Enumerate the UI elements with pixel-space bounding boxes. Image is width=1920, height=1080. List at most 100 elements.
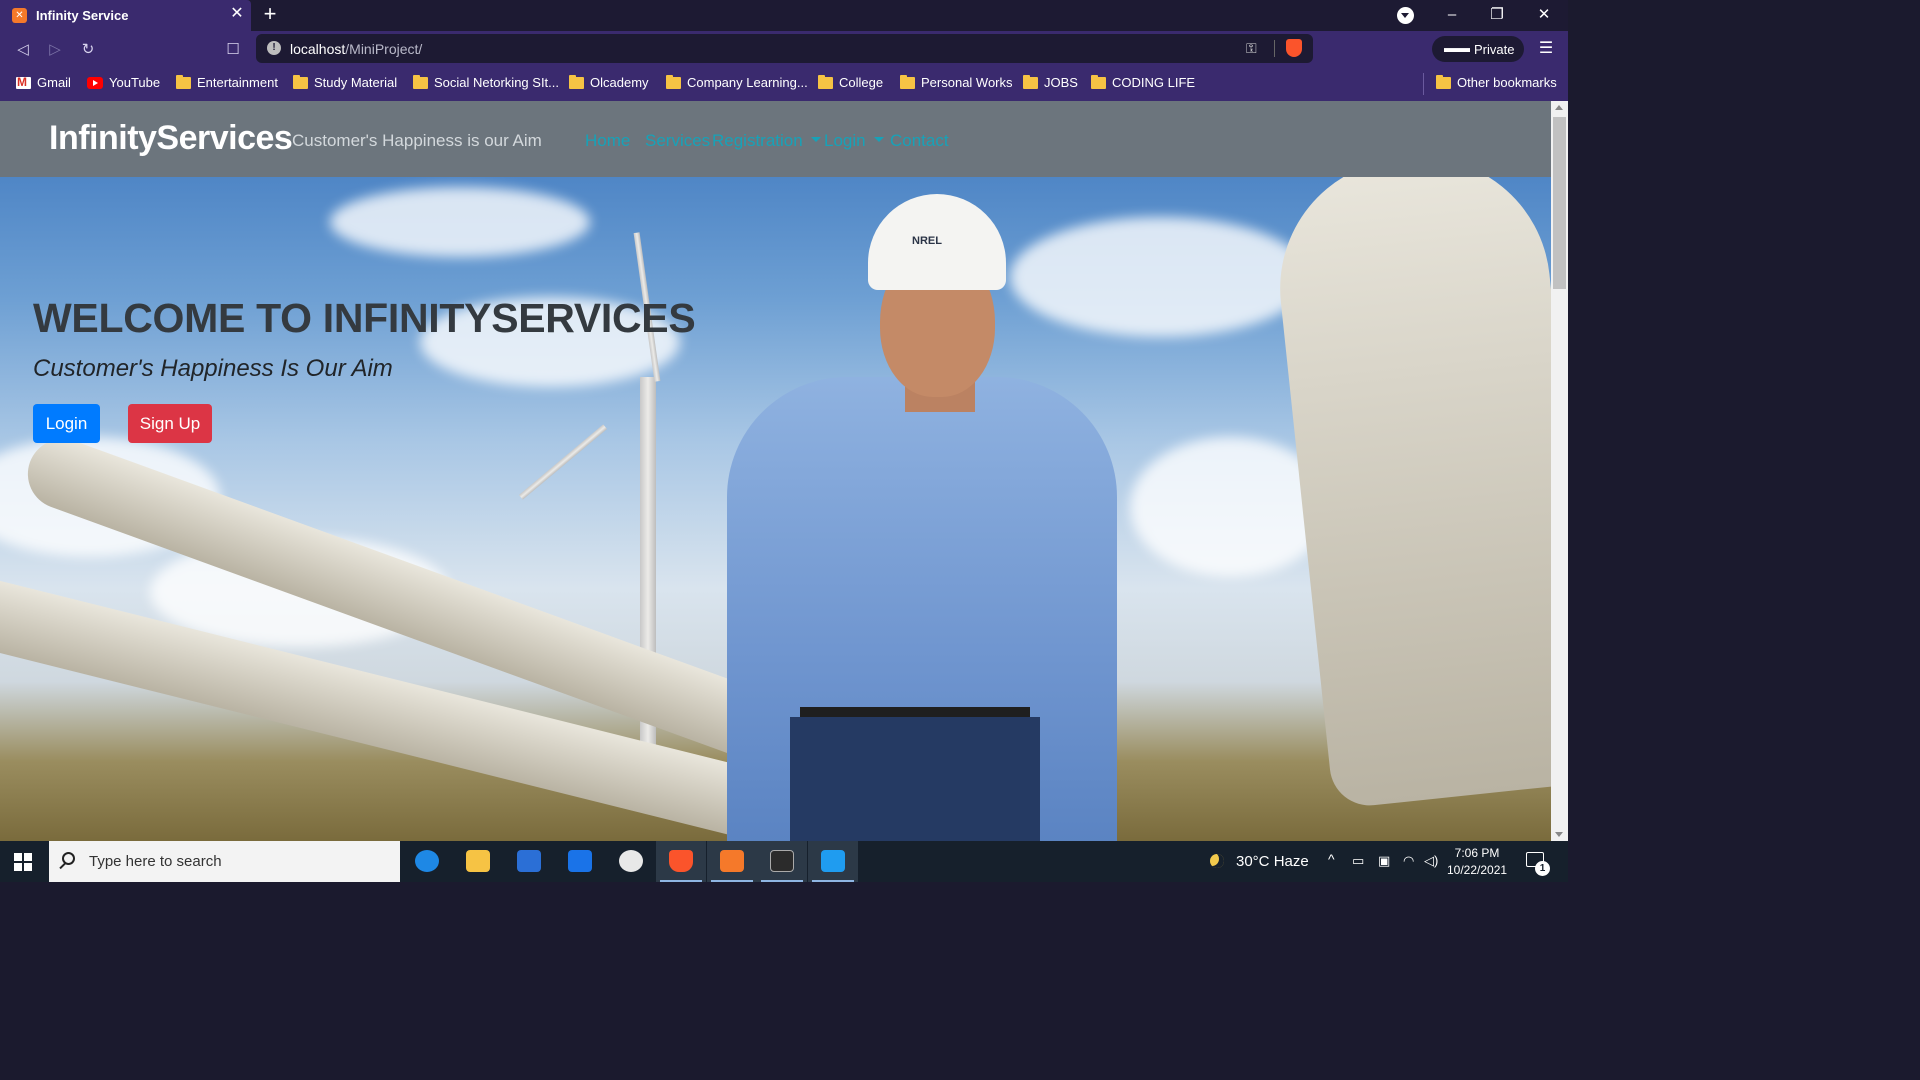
taskbar-file-explorer[interactable] — [453, 841, 503, 882]
clock-date: 10/22/2021 — [1447, 863, 1508, 877]
minimize-window-button[interactable]: – — [1440, 4, 1464, 26]
scroll-up-arrow-icon[interactable] — [1555, 105, 1563, 110]
browser-menu-icon[interactable]: ☰ — [1537, 39, 1555, 59]
xampp-icon — [720, 850, 744, 872]
page-viewport: InfinityServices Customer's Happiness is… — [0, 101, 1551, 841]
url-host: localhost — [290, 41, 346, 57]
person-jeans — [790, 717, 1040, 841]
browser-tab-active[interactable]: ✕ Infinity Service ✕ — [0, 0, 251, 31]
bookmark-label: Personal Works — [921, 75, 1013, 90]
site-info-icon[interactable]: ! — [267, 41, 281, 55]
taskbar-search-box[interactable]: Type here to search — [49, 841, 400, 882]
browser-toolbar: ◁ ▷ ↻ ☐ ! localhost/MiniProject/ ⚿ ▬▬ Pr… — [0, 31, 1568, 67]
chevron-down-icon — [873, 137, 884, 142]
hero-subtitle: Customer's Happiness Is Our Aim — [33, 355, 393, 382]
bookmark-jobs[interactable]: JOBS — [1023, 75, 1078, 93]
system-clock[interactable]: 7:06 PM 10/22/2021 — [1447, 845, 1507, 879]
bookmark-page-icon[interactable]: ☐ — [222, 39, 244, 61]
wind-turbine-blade — [518, 424, 608, 500]
nav-registration-dropdown[interactable]: Registration — [712, 131, 821, 151]
weather-widget[interactable]: 30°C Haze — [1210, 853, 1309, 870]
nav-services[interactable]: Services — [645, 131, 710, 151]
bookmark-label: Entertainment — [197, 75, 278, 90]
bookmark-entertainment[interactable]: Entertainment — [176, 75, 278, 93]
bookmark-olcademy[interactable]: Olcademy — [569, 75, 649, 93]
nav-home[interactable]: Home — [585, 131, 630, 151]
windows-start-button[interactable] — [14, 853, 32, 871]
signup-button[interactable]: Sign Up — [128, 404, 212, 443]
tab-close-icon[interactable]: ✕ — [228, 5, 246, 23]
brave-shields-icon[interactable] — [1286, 39, 1302, 57]
bookmark-study-material[interactable]: Study Material — [293, 75, 397, 93]
moon-icon — [1210, 854, 1224, 868]
volume-icon[interactable]: ◁) — [1424, 853, 1438, 869]
bookmark-gmail[interactable]: Gmail — [16, 75, 71, 93]
wifi-icon[interactable]: ◠ — [1403, 853, 1414, 869]
site-tagline: Customer's Happiness is our Aim — [292, 131, 542, 150]
site-brand[interactable]: InfinityServices — [49, 119, 293, 158]
hero-section: NREL WELCOME TO INFINITYSERVICES Custome… — [0, 177, 1551, 841]
url-text[interactable]: localhost/MiniProject/ — [290, 41, 422, 57]
bookmark-label: College — [839, 75, 884, 90]
tray-overflow-chevron-icon[interactable]: ^ — [1328, 851, 1335, 867]
address-separator — [1274, 40, 1275, 57]
taskbar-brave[interactable] — [656, 841, 706, 882]
bookmark-college[interactable]: College — [818, 75, 883, 93]
private-label: Private — [1474, 42, 1515, 57]
paint-icon — [619, 850, 643, 872]
folder-icon — [413, 75, 428, 89]
private-window-badge[interactable]: ▬▬ Private — [1432, 36, 1524, 62]
folder-icon — [1436, 75, 1451, 89]
bookmark-personal-works[interactable]: Personal Works — [900, 75, 1013, 93]
search-icon — [62, 852, 75, 865]
youtube-icon — [87, 77, 103, 89]
forward-button[interactable]: ▷ — [44, 39, 66, 61]
tab-title: Infinity Service — [36, 8, 129, 23]
taskbar-terminal[interactable] — [757, 841, 807, 882]
xampp-favicon-icon: ✕ — [12, 8, 27, 23]
bookmark-other[interactable]: Other bookmarks — [1436, 75, 1557, 93]
file-explorer-icon — [466, 850, 490, 872]
bookmark-youtube[interactable]: YouTube — [87, 75, 160, 93]
page-scrollbar[interactable] — [1551, 101, 1568, 841]
bookmark-label: Gmail — [37, 75, 71, 90]
taskbar-edge[interactable] — [402, 841, 452, 882]
folder-icon — [569, 75, 584, 89]
meet-now-icon[interactable]: ▣ — [1378, 853, 1390, 869]
back-button[interactable]: ◁ — [12, 39, 34, 61]
address-bar[interactable]: ! localhost/MiniProject/ ⚿ — [256, 34, 1313, 63]
taskbar-xampp[interactable] — [707, 841, 757, 882]
restore-window-button[interactable]: ❐ — [1485, 4, 1509, 26]
battery-icon[interactable]: ▭ — [1352, 853, 1364, 869]
folder-icon — [293, 75, 308, 89]
new-tab-button[interactable]: + — [259, 3, 281, 26]
bookmark-label: CODING LIFE — [1112, 75, 1196, 90]
reload-button[interactable]: ↻ — [77, 39, 99, 61]
vscode-icon — [821, 850, 845, 872]
password-key-icon[interactable]: ⚿ — [1246, 40, 1257, 57]
taskbar-store[interactable] — [504, 841, 554, 882]
folder-icon — [900, 75, 915, 89]
taskbar-vscode[interactable] — [808, 841, 858, 882]
turbine-blade-shape — [1267, 177, 1551, 810]
nav-login-dropdown[interactable]: Login — [824, 131, 884, 151]
folder-icon — [176, 75, 191, 89]
close-window-button[interactable]: ✕ — [1532, 4, 1556, 26]
bookmark-coding-life[interactable]: CODING LIFE — [1091, 75, 1195, 93]
cloud-shape — [330, 187, 590, 257]
scrollbar-thumb[interactable] — [1553, 117, 1566, 289]
login-button[interactable]: Login — [33, 404, 100, 443]
taskbar-mail[interactable] — [555, 841, 605, 882]
bookmark-social-networking[interactable]: Social Netorking SIt... — [413, 75, 559, 93]
scroll-down-arrow-icon[interactable] — [1555, 832, 1563, 837]
taskbar-paint[interactable] — [606, 841, 656, 882]
weather-temp: 30°C — [1236, 853, 1270, 870]
bookmark-label: Social Netorking SIt... — [434, 75, 559, 90]
notification-count-badge: 1 — [1535, 861, 1550, 876]
tab-search-dropdown-icon[interactable] — [1397, 7, 1414, 24]
folder-icon — [666, 75, 681, 89]
nav-contact[interactable]: Contact — [890, 131, 949, 151]
mail-icon — [568, 850, 592, 872]
bookmark-company-learning[interactable]: Company Learning... — [666, 75, 808, 93]
weather-condition: Haze — [1273, 853, 1309, 870]
